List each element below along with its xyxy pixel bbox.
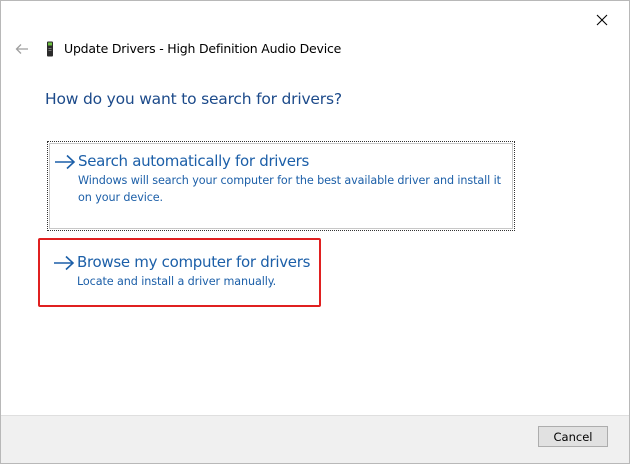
dialog-footer: Cancel — [1, 415, 629, 463]
back-arrow-icon — [15, 44, 28, 54]
highlight-box — [38, 238, 321, 307]
option-description: Windows will search your computer for th… — [78, 174, 501, 204]
window-title: Update Drivers - High Definition Audio D… — [64, 41, 342, 56]
back-button[interactable] — [13, 40, 31, 58]
close-button[interactable] — [589, 9, 615, 31]
close-icon — [596, 14, 608, 26]
option-title: Search automatically for drivers — [78, 152, 310, 170]
right-arrow-icon — [55, 154, 76, 170]
page-heading: How do you want to search for drivers? — [45, 90, 342, 108]
update-drivers-dialog: Update Drivers - High Definition Audio D… — [0, 0, 630, 464]
search-automatically-option[interactable]: Search automatically for drivers Windows… — [47, 141, 515, 231]
cancel-button[interactable]: Cancel — [538, 426, 608, 447]
audio-device-icon — [47, 41, 53, 57]
